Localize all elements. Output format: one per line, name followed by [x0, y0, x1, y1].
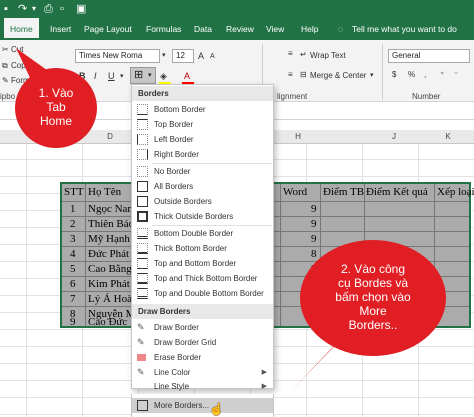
- callout-2-line: Borders..: [348, 318, 398, 332]
- callout-1-line: Home: [39, 114, 72, 128]
- callout-shapes: [15, 48, 446, 392]
- callout-1-line: 1. Vào: [38, 86, 74, 100]
- callout-2-line: 2. Vào công: [340, 262, 406, 276]
- callout-2-line: bấm chọn vào: [335, 290, 411, 304]
- callout-2-text: 2. Vào công cụ Bordes và bấm chọn vào Mo…: [313, 262, 433, 332]
- callout-1-line: Tab: [46, 100, 66, 114]
- callout-2-line: More: [359, 304, 387, 318]
- callout-1-text: 1. Vào Tab Home: [16, 86, 96, 128]
- callout-2-line: cụ Bordes và: [337, 276, 409, 290]
